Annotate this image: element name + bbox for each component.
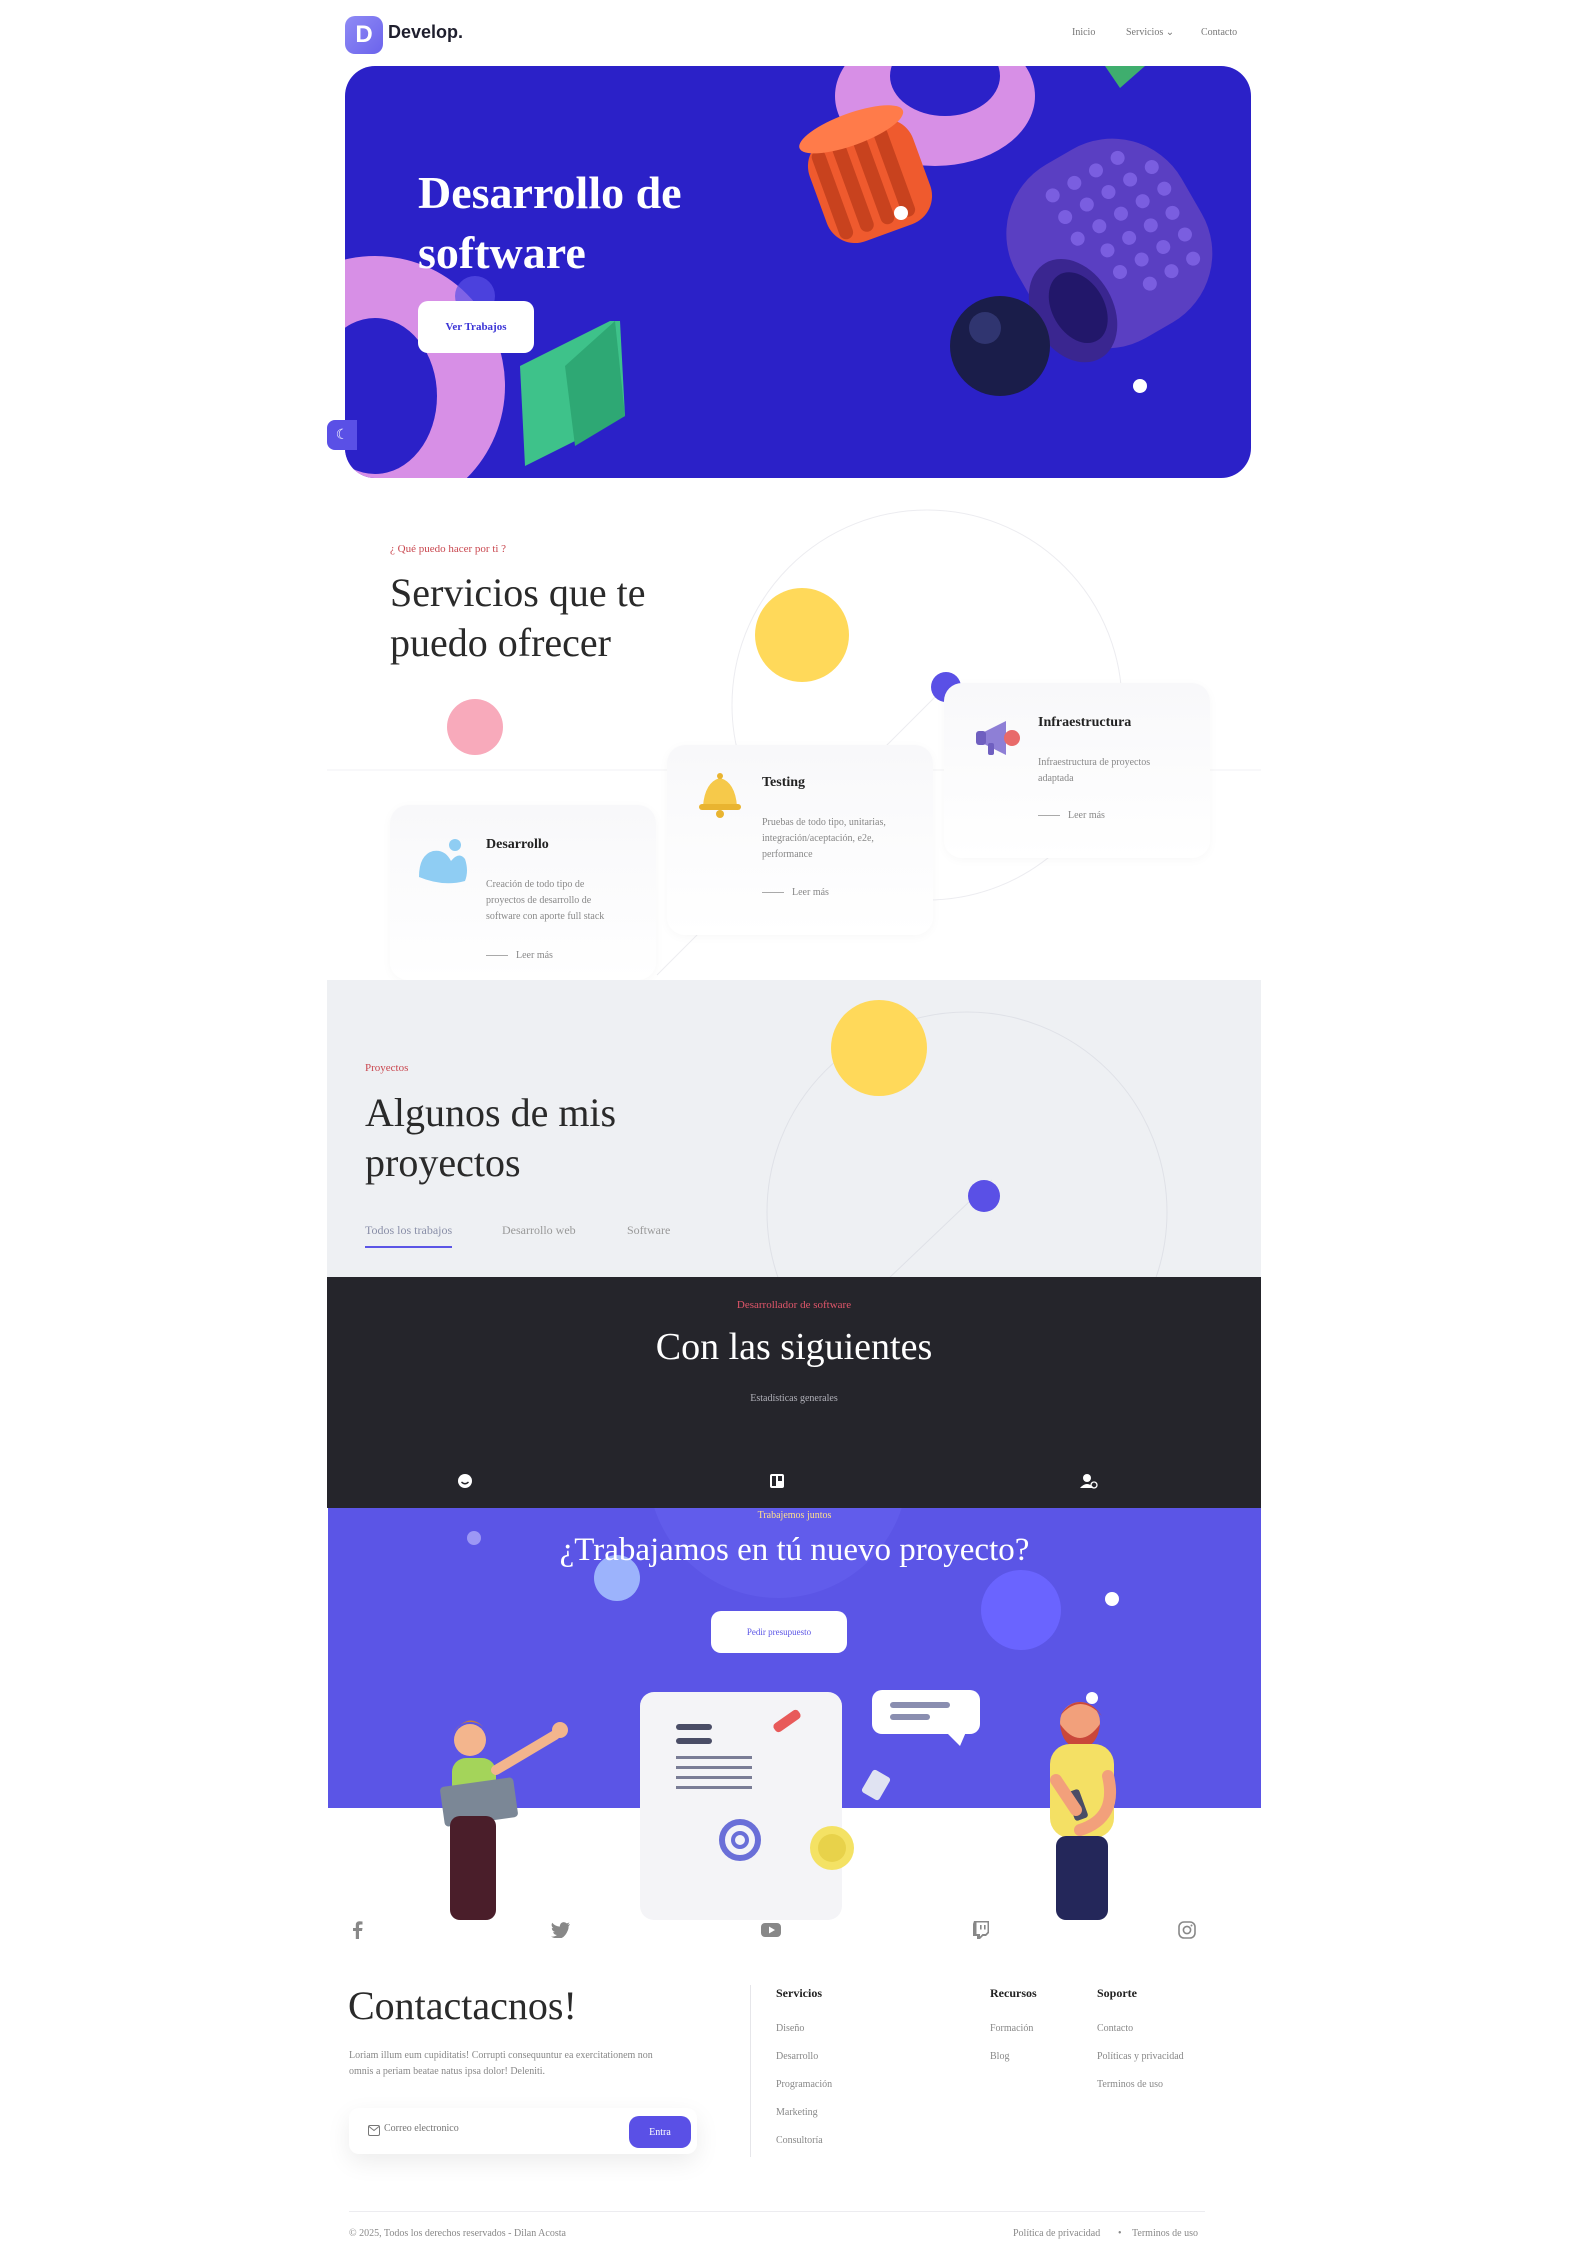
- water-drop-icon: [419, 839, 467, 884]
- card-text-line: proyectos de desarrollo de: [486, 895, 592, 906]
- pedir-presupuesto-button[interactable]: Pedir presupuesto: [711, 1611, 847, 1653]
- card-title: Infraestructura: [1038, 715, 1132, 730]
- stats-eyebrow: Desarrollador de software: [736, 1299, 852, 1311]
- card-title: Testing: [762, 775, 806, 790]
- contact-text: Loriam illum eum cupiditatis! Corrupti c…: [349, 2048, 653, 2080]
- card-text-line: performance: [762, 849, 813, 860]
- services-title: Servicios que te puedo ofrecer: [390, 568, 646, 668]
- card-title: Desarrollo: [486, 837, 549, 852]
- nav-inicio[interactable]: Inicio: [1072, 27, 1095, 38]
- person-laptop-illustration: [440, 1720, 568, 1920]
- services-title-line1: Servicios que te: [390, 570, 646, 615]
- leer-mas-link[interactable]: Leer más: [762, 887, 829, 898]
- dark-mode-toggle[interactable]: ☾: [327, 420, 357, 450]
- card-text: Infraestructura de proyectos adaptada: [1038, 755, 1150, 787]
- stats-title: Con las siguientes: [655, 1326, 933, 1368]
- person-phone-illustration: [1050, 1692, 1117, 1920]
- copyright: © 2025, Todos los derechos reservados - …: [349, 2228, 566, 2239]
- card-text-line: Pruebas de todo tipo, unitarias,: [762, 817, 886, 828]
- tab-software[interactable]: Software: [627, 1223, 670, 1238]
- projects-section: Proyectos Algunos de mis proyectos Todos…: [327, 980, 1261, 1277]
- cta-eyebrow: Trabajemos juntos: [757, 1510, 832, 1521]
- footer-link-blog[interactable]: Blog: [990, 2050, 1037, 2064]
- logo-text[interactable]: Develop.: [388, 22, 463, 43]
- logo-letter: D: [355, 21, 373, 48]
- card-text-line: Creación de todo tipo de: [486, 879, 585, 890]
- contact-title: Contactacnos!: [348, 1983, 577, 2028]
- stats-section: Desarrollador de software Con las siguie…: [327, 1277, 1261, 1508]
- document-illustration: [640, 1692, 854, 1920]
- footer-link-programacion[interactable]: Programación: [776, 2078, 832, 2092]
- footer-divider: [349, 2211, 1205, 2212]
- footer-link-formacion[interactable]: Formación: [990, 2022, 1037, 2036]
- card-text-line: software con aporte full stack: [486, 911, 605, 922]
- leer-mas-link[interactable]: Leer más: [1038, 810, 1105, 821]
- footer-link-desarrollo[interactable]: Desarrollo: [776, 2050, 832, 2064]
- footer-bottom-link-terminos[interactable]: Terminos de uso: [1132, 2228, 1198, 2239]
- nav-contacto[interactable]: Contacto: [1201, 27, 1237, 38]
- contact-text-line: omnis a periam beatae natus ipsa dolor! …: [349, 2066, 546, 2077]
- projects-eyebrow: Proyectos: [365, 1062, 409, 1074]
- leer-mas-link[interactable]: Leer más: [486, 950, 553, 961]
- bell-icon: [699, 773, 741, 818]
- footer-column-recursos: Recursos Formación Blog: [990, 1986, 1037, 2064]
- service-card-testing[interactable]: Testing Pruebas de todo tipo, unitarias,…: [667, 745, 933, 935]
- service-card-infraestructura[interactable]: Infraestructura Infraestructura de proye…: [944, 683, 1210, 858]
- facebook-icon[interactable]: [347, 1920, 367, 1940]
- footer-divider-vertical: [750, 1985, 751, 2157]
- footer-column-soporte: Soporte Contacto Políticas y privacidad …: [1097, 1986, 1184, 2092]
- speech-bubble-illustration: [872, 1690, 980, 1746]
- twitch-icon[interactable]: [971, 1920, 991, 1940]
- footer-bottom-link-privacidad[interactable]: Política de privacidad: [1013, 2228, 1100, 2239]
- footer-column-title: Servicios: [776, 1986, 822, 2000]
- footer-link-diseno[interactable]: Diseño: [776, 2022, 832, 2036]
- smile-icon: [456, 1472, 474, 1490]
- newsletter-form: Entra: [349, 2108, 697, 2154]
- services-eyebrow: ¿ Qué puedo hacer por ti ?: [390, 543, 507, 555]
- email-field[interactable]: [384, 2123, 614, 2134]
- projects-title: Algunos de mis proyectos: [365, 1088, 616, 1188]
- card-text: Pruebas de todo tipo, unitarias, integra…: [762, 815, 886, 863]
- card-text: Creación de todo tipo de proyectos de de…: [486, 877, 604, 925]
- footer-link-terminos[interactable]: Terminos de uso: [1097, 2078, 1184, 2092]
- moon-icon: ☾: [335, 427, 349, 443]
- mail-icon: [368, 2125, 380, 2136]
- projects-title-line2: proyectos: [365, 1140, 521, 1185]
- cta-illustration: [440, 1690, 1117, 1920]
- stats-subtitle: Estadísticas generales: [750, 1393, 838, 1404]
- footer-bottom-separator: •: [1118, 2228, 1122, 2239]
- card-text-line: integración/aceptación, e2e,: [762, 833, 874, 844]
- contact-text-line: Loriam illum eum cupiditatis! Corrupti c…: [349, 2050, 653, 2061]
- board-icon: [768, 1472, 786, 1490]
- hero-banner: Desarrollo de software Ver Trabajos: [345, 66, 1251, 478]
- tab-desarrollo-web[interactable]: Desarrollo web: [502, 1223, 576, 1238]
- footer-column-title: Recursos: [990, 1986, 1037, 2000]
- twitter-icon[interactable]: [551, 1920, 571, 1940]
- hero-title-line1: Desarrollo de: [418, 167, 682, 218]
- users-icon: [1080, 1472, 1098, 1490]
- youtube-icon[interactable]: [761, 1920, 781, 1940]
- ver-trabajos-button[interactable]: Ver Trabajos: [418, 301, 534, 353]
- footer-link-contacto[interactable]: Contacto: [1097, 2022, 1184, 2036]
- footer-link-marketing[interactable]: Marketing: [776, 2106, 832, 2120]
- card-text-line: Infraestructura de proyectos: [1038, 757, 1151, 768]
- card-text-line: adaptada: [1038, 773, 1074, 784]
- tab-todos[interactable]: Todos los trabajos: [365, 1223, 453, 1248]
- footer-link-politicas[interactable]: Políticas y privacidad: [1097, 2050, 1184, 2064]
- instagram-icon[interactable]: [1177, 1920, 1197, 1940]
- footer-column-servicios: Servicios Diseño Desarrollo Programación…: [776, 1986, 832, 2148]
- services-title-line2: puedo ofrecer: [390, 620, 611, 665]
- newsletter-submit-button[interactable]: Entra: [629, 2116, 691, 2148]
- footer-link-consultoria[interactable]: Consultoría: [776, 2134, 832, 2148]
- service-card-desarrollo[interactable]: Desarrollo Creación de todo tipo de proy…: [390, 805, 656, 980]
- footer-column-title: Soporte: [1097, 1986, 1137, 2000]
- cta-title: ¿Trabajamos en tú nuevo proyecto?: [559, 1532, 1030, 1568]
- logo-badge[interactable]: D: [345, 16, 383, 54]
- nav-servicios[interactable]: Servicios ⌄: [1126, 27, 1174, 38]
- megaphone-icon: [976, 721, 1020, 755]
- projects-title-line1: Algunos de mis: [365, 1090, 617, 1135]
- hero-title-line2: software: [418, 227, 586, 278]
